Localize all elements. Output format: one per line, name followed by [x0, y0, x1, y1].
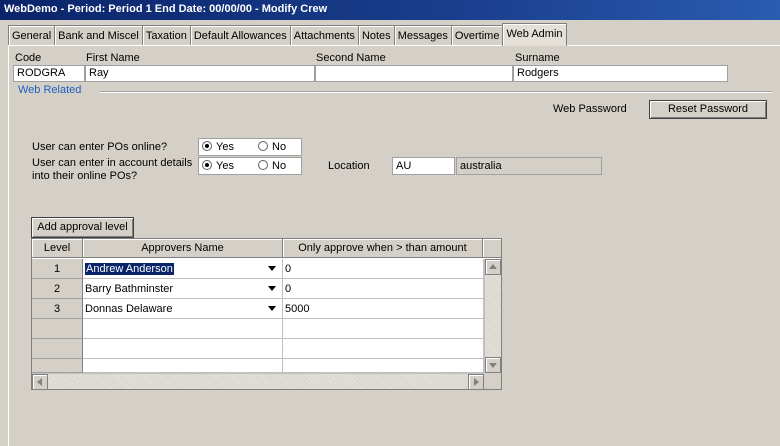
table-row-2-level: 2 — [32, 279, 83, 299]
code-label: Code — [15, 52, 42, 64]
approver-name: Andrew Anderson — [85, 263, 174, 275]
approver-name: Barry Bathminster — [85, 283, 174, 295]
location-code-field[interactable]: AU — [392, 157, 455, 175]
tab-default-allowances[interactable]: Default Allowances — [189, 25, 291, 46]
window-title: WebDemo - Period: Period 1 End Date: 00/… — [0, 0, 780, 20]
account-details-radio-group: Yes No — [198, 157, 302, 175]
scroll-left-button[interactable] — [32, 374, 48, 389]
dropdown-arrow-icon[interactable] — [268, 306, 276, 311]
second-name-field[interactable] — [315, 65, 513, 82]
table-row-empty-level — [32, 319, 83, 339]
add-approval-level-button[interactable]: Add approval level — [31, 217, 134, 238]
approver-name: Donnas Delaware — [85, 303, 173, 315]
first-name-label: First Name — [86, 52, 140, 64]
reset-password-button[interactable]: Reset Password — [649, 100, 767, 119]
surname-label: Surname — [515, 52, 560, 64]
tab-strip: General Bank and Miscel Taxation Default Al… — [8, 23, 567, 46]
table-row-empty-cell[interactable] — [83, 319, 283, 339]
second-name-label: Second Name — [316, 52, 386, 64]
tab-messages[interactable]: Messages — [393, 25, 452, 46]
horizontal-scrollbar[interactable] — [32, 373, 484, 389]
table-row-3-amount[interactable]: 5000 — [283, 299, 484, 319]
table-row-2-approver-dropdown[interactable]: Barry Bathminster — [83, 279, 283, 299]
table-row-empty-level — [32, 339, 83, 359]
table-row-1-approver-dropdown[interactable]: Andrew Anderson — [83, 259, 283, 279]
location-label: Location — [328, 160, 370, 172]
account-details-label-line2: into their online POs? — [32, 170, 138, 182]
scroll-right-button[interactable] — [468, 374, 484, 389]
arrow-down-icon — [489, 363, 497, 368]
enter-pos-online-radio-group: Yes No — [198, 138, 302, 156]
header-filler — [483, 239, 501, 258]
approvals-grid: Level Approvers Name Only approve when >… — [31, 238, 502, 390]
web-password-label: Web Password — [553, 103, 627, 115]
tab-general[interactable]: General — [8, 25, 56, 46]
arrow-right-icon — [474, 378, 479, 386]
enter-pos-online-yes-radio[interactable]: Yes — [202, 141, 234, 153]
tab-notes[interactable]: Notes — [357, 25, 395, 46]
dropdown-arrow-icon[interactable] — [268, 286, 276, 291]
scroll-down-button[interactable] — [485, 357, 501, 373]
web-related-section-title: Web Related — [18, 84, 82, 96]
table-row-3-level: 3 — [32, 299, 83, 319]
code-field[interactable]: RODGRA — [13, 65, 85, 82]
table-row-empty-cell[interactable] — [283, 319, 484, 339]
section-divider — [100, 91, 772, 93]
vertical-scrollbar[interactable] — [484, 259, 501, 373]
surname-field[interactable]: Rodgers — [513, 65, 728, 82]
arrow-left-icon — [37, 378, 42, 386]
table-row-3-approver-dropdown[interactable]: Donnas Delaware — [83, 299, 283, 319]
account-details-label-line1: User can enter in account details — [32, 157, 193, 169]
radio-checked-icon — [202, 160, 212, 170]
dropdown-arrow-icon[interactable] — [268, 266, 276, 271]
enter-pos-online-no-radio[interactable]: No — [258, 141, 286, 153]
radio-unchecked-icon — [258, 141, 268, 151]
table-row-empty-cell[interactable] — [283, 339, 484, 359]
tab-taxation[interactable]: Taxation — [141, 25, 191, 46]
account-details-yes-radio[interactable]: Yes — [202, 160, 234, 172]
table-row-1-level: 1 — [32, 259, 83, 279]
tab-overtime[interactable]: Overtime — [450, 25, 504, 46]
tab-bank-and-miscel[interactable]: Bank and Miscel — [54, 25, 143, 46]
amount-column-header[interactable]: Only approve when > than amount — [283, 239, 483, 258]
table-row-empty-cell[interactable] — [83, 359, 283, 373]
arrow-up-icon — [489, 264, 497, 269]
table-row-empty-level — [32, 359, 83, 373]
radio-checked-icon — [202, 141, 212, 151]
scroll-up-button[interactable] — [485, 259, 501, 275]
table-row-empty-cell[interactable] — [283, 359, 484, 373]
radio-unchecked-icon — [258, 160, 268, 170]
account-details-no-radio[interactable]: No — [258, 160, 286, 172]
table-row-empty-cell[interactable] — [83, 339, 283, 359]
enter-pos-online-label: User can enter POs online? — [32, 141, 168, 153]
table-row-2-amount[interactable]: 0 — [283, 279, 484, 299]
table-row-1-amount[interactable]: 0 — [283, 259, 484, 279]
tab-attachments[interactable]: Attachments — [289, 25, 359, 46]
scrollbar-corner — [484, 373, 501, 389]
approver-column-header[interactable]: Approvers Name — [83, 239, 283, 258]
first-name-field[interactable]: Ray — [85, 65, 315, 82]
location-name-field: australia — [456, 157, 602, 175]
level-column-header[interactable]: Level — [32, 239, 83, 258]
tab-web-admin[interactable]: Web Admin — [502, 23, 567, 46]
